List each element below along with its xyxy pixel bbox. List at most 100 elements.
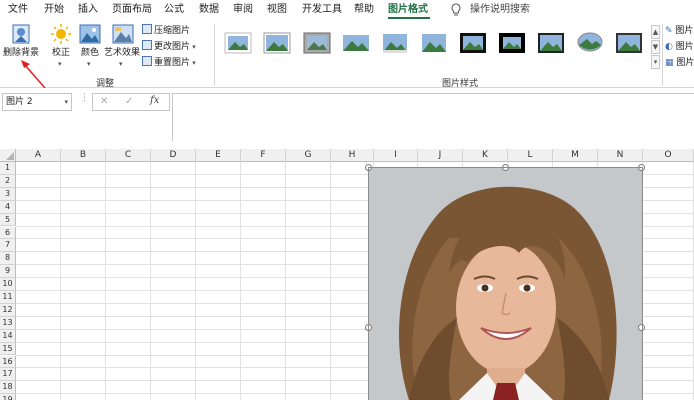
- menu-bar: 文件 开始 插入 页面布局 公式 数据 审阅 视图 开发工具 帮助 图片格式: [0, 0, 694, 20]
- select-all-corner[interactable]: [0, 149, 16, 162]
- column-header[interactable]: F: [241, 149, 286, 162]
- gallery-scroll-up-button[interactable]: ▲: [651, 25, 660, 39]
- menu-tab[interactable]: 页面布局: [112, 2, 152, 18]
- menu-tab[interactable]: 图片格式: [388, 2, 428, 18]
- remove-background-button[interactable]: 删除背景: [2, 24, 40, 60]
- tell-me-search[interactable]: 操作说明搜索: [470, 2, 530, 18]
- row-header[interactable]: 10: [0, 278, 16, 291]
- column-header[interactable]: I: [374, 149, 418, 162]
- color-button[interactable]: 颜色 ▾: [78, 24, 102, 68]
- row-header[interactable]: 12: [0, 303, 16, 317]
- gridline-vertical: [105, 162, 106, 400]
- corrections-button[interactable]: 校正 ▾: [47, 24, 75, 68]
- reset-picture-label: 重置图片: [154, 58, 191, 68]
- row-header[interactable]: 17: [0, 368, 16, 382]
- picture-style-thumbnail[interactable]: [224, 32, 252, 54]
- picture-effects-button[interactable]: ◐ 图片: [665, 40, 694, 54]
- artistic-effects-button[interactable]: 艺术效果 ▾: [103, 24, 141, 68]
- column-header[interactable]: M: [553, 149, 598, 162]
- menu-tab[interactable]: 帮助: [354, 2, 374, 18]
- chevron-down-icon: ▾: [190, 43, 196, 51]
- row-header[interactable]: 16: [0, 355, 16, 369]
- formula-separator-dots: ⋮: [80, 93, 89, 103]
- artistic-effects-label: 艺术效果: [103, 48, 140, 58]
- column-header[interactable]: O: [643, 149, 694, 162]
- cancel-icon[interactable]: ✕: [100, 96, 108, 107]
- row-header[interactable]: 14: [0, 329, 16, 343]
- row-header[interactable]: 11: [0, 291, 16, 304]
- chevron-down-icon: ▾: [119, 60, 123, 68]
- formula-input[interactable]: [172, 93, 694, 141]
- change-picture-label: 更改图片: [154, 42, 191, 52]
- menu-tab[interactable]: 公式: [164, 2, 184, 18]
- row-header[interactable]: 9: [0, 265, 16, 279]
- menu-tab[interactable]: 审阅: [233, 2, 253, 18]
- column-header[interactable]: B: [61, 149, 106, 162]
- menu-tab[interactable]: 视图: [267, 2, 287, 18]
- gallery-scroll-down-button[interactable]: ▼: [651, 40, 660, 54]
- menu-tab[interactable]: 插入: [78, 2, 98, 18]
- picture-style-thumbnail[interactable]: [381, 32, 409, 54]
- change-picture-button[interactable]: 更改图片 ▾: [142, 40, 196, 54]
- enter-icon[interactable]: ✓: [125, 96, 133, 107]
- menu-tab[interactable]: 数据: [199, 2, 219, 18]
- picture-style-thumbnail[interactable]: [303, 32, 331, 54]
- menu-tab[interactable]: 开发工具: [302, 2, 342, 18]
- insert-function-icon[interactable]: fx: [150, 95, 159, 106]
- row-header[interactable]: 15: [0, 342, 16, 356]
- picture-style-thumbnail[interactable]: [459, 32, 487, 54]
- chevron-down-icon: ▾: [190, 59, 196, 67]
- remove-background-icon: [12, 24, 30, 44]
- artistic-effects-icon: [112, 24, 134, 44]
- picture-style-thumbnail[interactable]: [537, 32, 565, 54]
- column-header[interactable]: H: [331, 149, 374, 162]
- column-header[interactable]: J: [418, 149, 463, 162]
- menu-tab[interactable]: 开始: [44, 2, 64, 18]
- picture-style-thumbnail[interactable]: [615, 32, 643, 54]
- gridline-vertical: [240, 162, 241, 400]
- row-header[interactable]: 13: [0, 316, 16, 330]
- compress-label: 压缩图片: [154, 26, 191, 36]
- row-header[interactable]: 8: [0, 252, 16, 266]
- column-header[interactable]: A: [16, 149, 61, 162]
- column-header[interactable]: E: [196, 149, 241, 162]
- gallery-more-button[interactable]: ▾: [651, 55, 660, 69]
- row-header[interactable]: 4: [0, 200, 16, 214]
- row-header[interactable]: 7: [0, 239, 16, 253]
- column-header[interactable]: N: [598, 149, 643, 162]
- row-header[interactable]: 1: [0, 162, 16, 175]
- chevron-down-icon: ▾: [64, 98, 68, 106]
- row-header[interactable]: 3: [0, 187, 16, 201]
- gridline-vertical: [150, 162, 151, 400]
- picture-style-thumbnail[interactable]: [263, 32, 291, 54]
- gridline-vertical: [195, 162, 196, 400]
- picture-style-thumbnail[interactable]: [576, 32, 604, 54]
- menu-tab[interactable]: 文件: [8, 2, 28, 18]
- row-header[interactable]: 19: [0, 394, 16, 400]
- row-header[interactable]: 18: [0, 381, 16, 395]
- gridline-vertical: [285, 162, 286, 400]
- picture-layout-button[interactable]: ▦ 图片: [665, 56, 694, 70]
- compress-pictures-button[interactable]: 压缩图片: [142, 24, 190, 38]
- picture-style-thumbnail[interactable]: [420, 32, 448, 54]
- column-header[interactable]: D: [151, 149, 196, 162]
- picture-layout-label: 图片: [676, 58, 694, 68]
- column-header[interactable]: C: [106, 149, 151, 162]
- column-header[interactable]: L: [508, 149, 553, 162]
- row-header[interactable]: 2: [0, 174, 16, 188]
- picture-border-button[interactable]: ✎ 图片: [665, 24, 693, 38]
- chevron-down-icon: ▾: [87, 60, 91, 68]
- picture-style-thumbnail[interactable]: [498, 32, 526, 54]
- pen-icon: ✎: [665, 26, 673, 36]
- column-header[interactable]: K: [463, 149, 508, 162]
- reset-picture-button[interactable]: 重置图片 ▾: [142, 56, 196, 70]
- column-header[interactable]: G: [286, 149, 331, 162]
- name-box[interactable]: 图片 2 ▾: [2, 93, 72, 111]
- lightbulb-icon: [450, 3, 462, 17]
- row-header[interactable]: 5: [0, 213, 16, 227]
- annotation-arrow: [18, 58, 48, 90]
- picture-style-thumbnail[interactable]: [342, 32, 370, 54]
- group-separator: [662, 24, 663, 86]
- row-header[interactable]: 6: [0, 226, 16, 240]
- group-separator: [214, 24, 215, 86]
